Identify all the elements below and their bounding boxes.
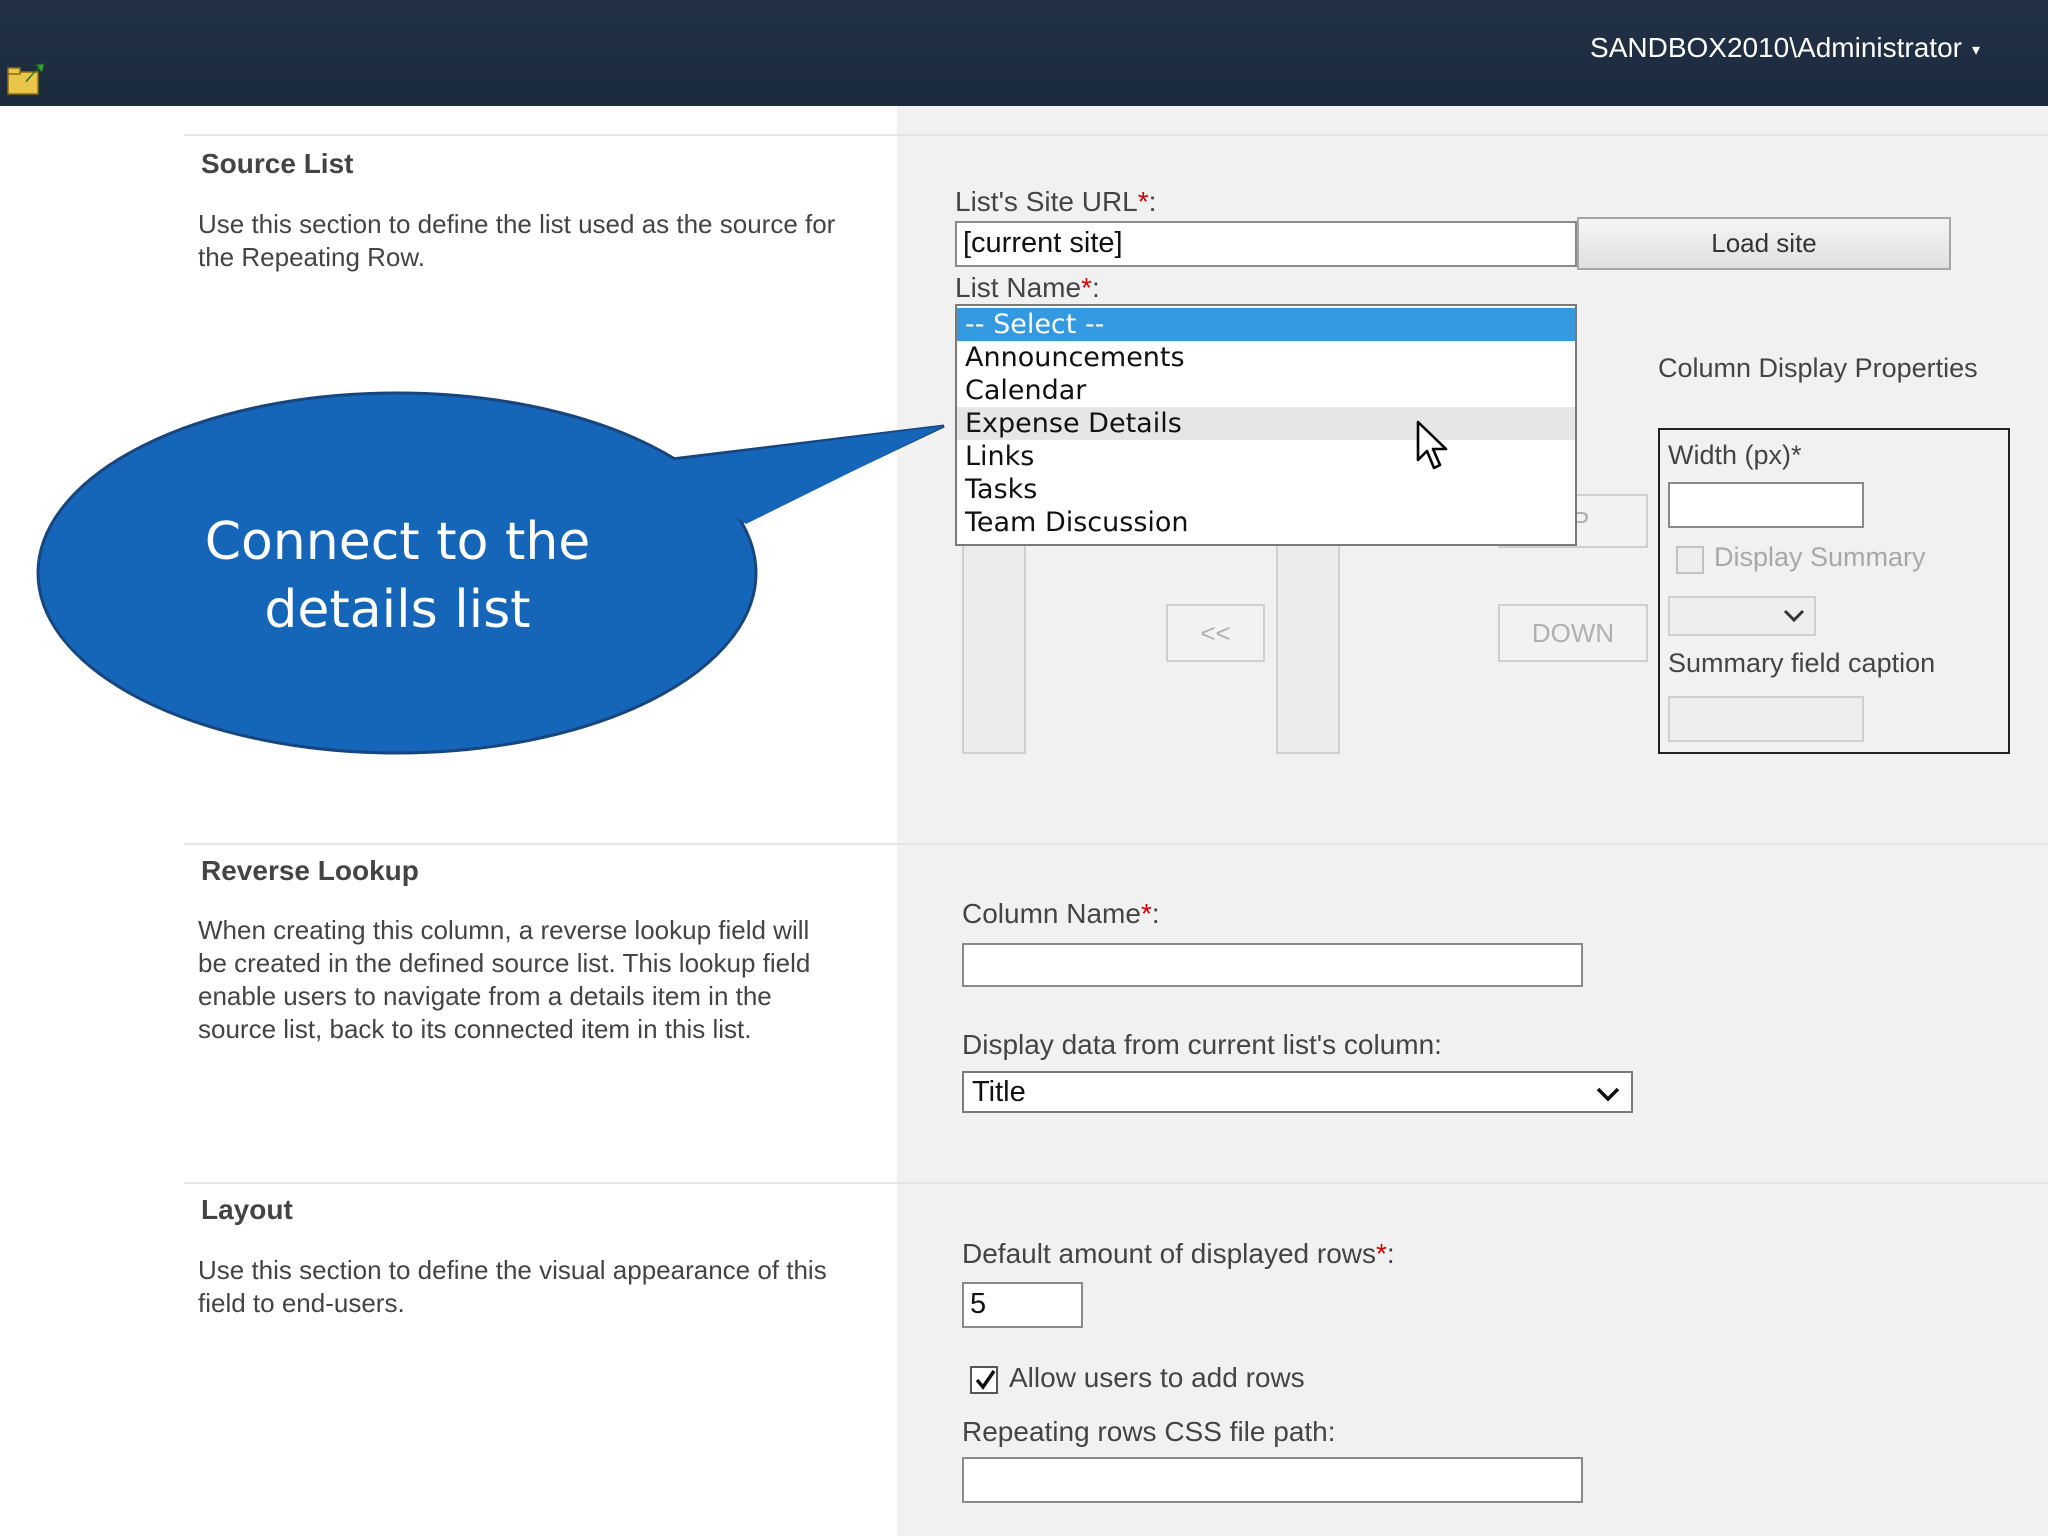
reverse-lookup-title: Reverse Lookup	[201, 855, 419, 886]
site-url-input[interactable]: [current site]	[955, 221, 1577, 267]
selected-columns-list[interactable]	[1276, 540, 1340, 754]
column-display-panel: Width (px)* Display Summary Summary fiel…	[1658, 428, 2010, 754]
reverse-lookup-description: When creating this column, a reverse loo…	[198, 915, 811, 1044]
top-bar: SANDBOX2010\Administrator ▾	[0, 0, 2048, 106]
chevron-down-icon	[1596, 1087, 1620, 1102]
site-url-label: List's Site URL*:	[955, 186, 1157, 217]
css-path-label: Repeating rows CSS file path:	[962, 1416, 1336, 1447]
checkmark-icon	[975, 1370, 996, 1390]
mouse-cursor-icon	[1416, 420, 1448, 470]
site-url-value: [current site]	[963, 227, 1123, 259]
load-site-button[interactable]: Load site	[1577, 217, 1951, 270]
list-option[interactable]: Announcements	[957, 341, 1575, 374]
summary-caption-label: Summary field caption	[1668, 648, 1936, 678]
default-rows-value: 5	[970, 1288, 987, 1320]
width-input[interactable]	[1668, 482, 1864, 528]
source-list-description: Use this section to define the list used…	[198, 209, 836, 272]
move-left-button[interactable]: <<	[1166, 604, 1265, 662]
layout-title: Layout	[201, 1194, 293, 1225]
app-folder-icon[interactable]	[6, 62, 46, 96]
list-option[interactable]: Links	[957, 440, 1575, 473]
column-name-label: Column Name*:	[962, 898, 1160, 929]
display-summary-checkbox[interactable]	[1676, 546, 1704, 574]
allow-add-rows-checkbox[interactable]	[970, 1366, 998, 1394]
display-data-label: Display data from current list's column:	[962, 1029, 1442, 1060]
layout-description: Use this section to define the visual ap…	[198, 1255, 827, 1318]
source-list-title: Source List	[201, 148, 354, 179]
column-display-heading: Column Display Properties	[1658, 353, 1978, 383]
display-data-value: Title	[972, 1076, 1026, 1108]
section-divider	[184, 843, 2048, 845]
default-rows-input[interactable]: 5	[962, 1282, 1083, 1328]
display-data-select[interactable]: Title	[962, 1071, 1633, 1113]
list-option[interactable]: Expense Details	[957, 407, 1575, 440]
allow-add-rows-label: Allow users to add rows	[1009, 1362, 1305, 1393]
list-name-label: List Name*:	[955, 272, 1100, 303]
summary-type-select[interactable]	[1668, 596, 1816, 636]
section-divider	[184, 134, 2048, 136]
summary-caption-input[interactable]	[1668, 696, 1864, 742]
list-option[interactable]: Tasks	[957, 473, 1575, 506]
list-option[interactable]: Team Discussion	[957, 506, 1575, 539]
css-path-input[interactable]	[962, 1457, 1583, 1503]
available-columns-list[interactable]	[962, 540, 1026, 754]
user-menu[interactable]: SANDBOX2010\Administrator ▾	[1590, 32, 1980, 64]
default-rows-label: Default amount of displayed rows*:	[962, 1238, 1395, 1269]
width-label: Width (px)*	[1668, 440, 1802, 470]
down-button[interactable]: DOWN	[1498, 604, 1648, 662]
column-name-input[interactable]	[962, 943, 1583, 987]
user-name: SANDBOX2010\Administrator	[1590, 32, 1962, 63]
list-name-dropdown[interactable]: -- Select -- Announcements Calendar Expe…	[955, 304, 1577, 546]
list-option[interactable]: -- Select --	[957, 308, 1575, 341]
list-option[interactable]: Calendar	[957, 374, 1575, 407]
section-divider	[184, 1182, 2048, 1184]
chevron-down-icon	[1783, 609, 1805, 623]
display-summary-label: Display Summary	[1714, 542, 1926, 572]
chevron-down-icon: ▾	[1971, 41, 1980, 59]
callout-text: Connect to the details list	[204, 512, 591, 640]
